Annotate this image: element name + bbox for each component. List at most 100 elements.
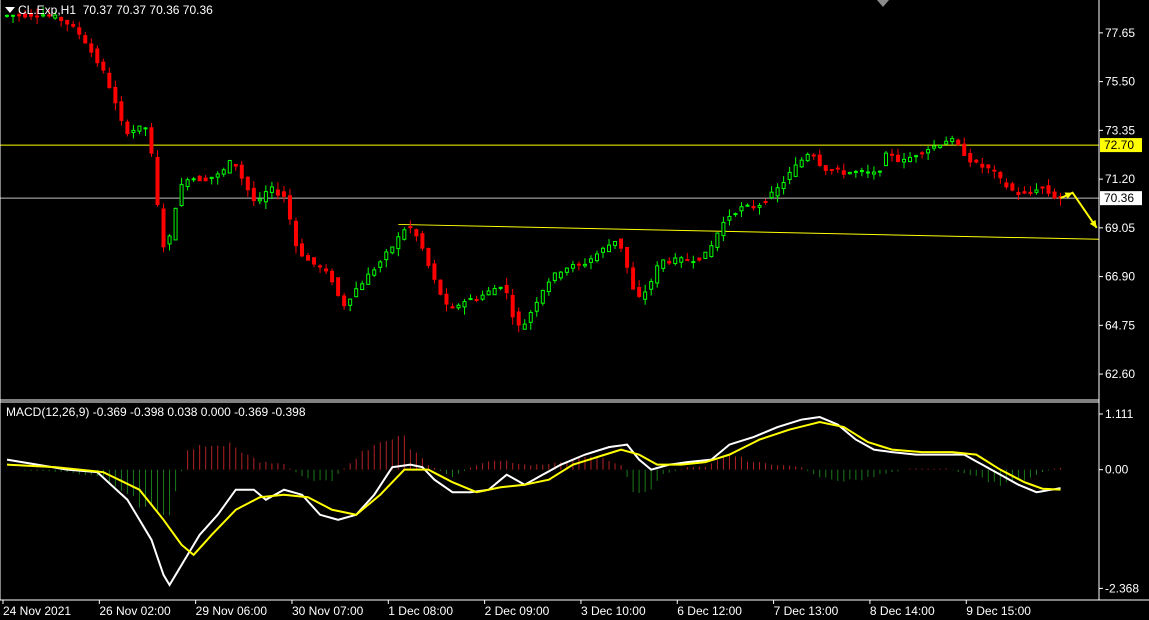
time-tick-label: 1 Dec 08:00 [388,604,453,618]
candle-body [1004,182,1009,188]
candle-body [366,273,371,285]
candle-body [974,159,979,163]
candle-body [251,187,256,202]
price-tick-label: 66.90 [1105,270,1135,284]
candle-body [83,35,88,44]
candle-body [841,170,846,175]
candle-body [1040,186,1045,189]
scroll-marker-icon [877,0,889,7]
candle-body [787,171,792,180]
candle-body [384,251,389,261]
candle-body [962,143,967,156]
candle-body [516,311,521,326]
time-tick-label: 24 Nov 2021 [3,604,71,618]
candle-body [811,154,816,157]
symbol-label: CL.Exp,H1 [18,3,77,17]
candle-body [938,145,943,148]
candle-body [980,163,985,168]
candle-body [715,232,720,248]
candle-body [492,288,497,296]
candle-body [155,156,160,206]
candle-body [233,163,238,167]
candle-body [197,175,202,182]
candle-body [65,19,70,25]
price-tick-label: 75.50 [1105,75,1135,89]
candle-body [372,269,377,276]
candle-body [932,145,937,149]
candle-body [703,251,708,259]
candle-body [119,101,124,121]
candle-body [498,286,503,289]
candle-body [775,187,780,197]
candle-body [420,233,425,249]
candle-body [462,301,467,308]
macd-tick-label: 1.111 [1105,407,1134,421]
candle-body [823,165,828,171]
candle-body [1022,191,1027,194]
candle-body [829,168,834,171]
candle-body [71,24,76,27]
macd-tick-label: 0.00 [1105,463,1129,477]
candle-body [968,152,973,163]
macd-signal-line [6,421,1061,557]
time-tick-label: 2 Dec 09:00 [485,604,550,618]
candle-body [552,272,557,282]
candle-body [239,164,244,179]
candle-body [354,288,359,298]
candle-body [877,170,882,173]
time-tick-label: 9 Dec 15:00 [966,604,1031,618]
candle-body [697,257,702,261]
candle-body [896,154,901,162]
candle-body [594,253,599,262]
macd-tick-label: -2.368 [1105,581,1139,595]
price-tick-label: 62.60 [1105,367,1135,381]
candle-body [390,246,395,254]
macd-pane [6,416,1062,587]
candle-body [661,259,666,269]
candle-body [799,159,804,168]
candle-body [865,171,870,174]
candle-body [414,229,419,237]
candle-body [859,170,864,173]
candle-body [685,259,690,262]
candle-body [908,156,913,163]
candle-body [751,205,756,209]
candle-body [1046,185,1051,194]
candle-body [191,178,196,181]
menu-triangle-icon[interactable] [5,7,15,13]
time-tick-label: 3 Dec 10:00 [581,604,646,618]
candle-body [348,298,353,306]
candle-body [817,154,822,166]
candle-body [914,155,919,158]
candle-body [185,179,190,187]
candle-body [101,61,106,71]
macd-header: MACD(12,26,9) -0.369 -0.398 0.038 0.000 … [6,405,306,419]
candle-body [438,279,443,295]
candle-body [721,221,726,237]
time-tick-label: 30 Nov 07:00 [292,604,364,618]
candle-body [883,152,888,167]
level-price-label: 72.70 [1104,138,1134,152]
candle-body [805,153,810,162]
candle-body [637,287,642,297]
candle-body [582,263,587,267]
candle-body [613,241,618,246]
candle-body [113,86,118,104]
candle-body [673,257,678,265]
candle-body [956,139,961,146]
candle-body [161,208,166,248]
candle-body [474,298,479,301]
candle-body [89,43,94,53]
candle-body [1052,191,1057,199]
candle-body [59,17,64,22]
candle-body [619,238,624,249]
candle-body [540,289,545,304]
candle-body [318,265,323,268]
candle-body [245,176,250,191]
candle-body [287,195,292,220]
candle-body [227,160,232,174]
candle-body [137,125,142,132]
price-tick-label: 64.75 [1105,318,1135,332]
candle-body [709,245,714,258]
candle-body [275,189,280,196]
